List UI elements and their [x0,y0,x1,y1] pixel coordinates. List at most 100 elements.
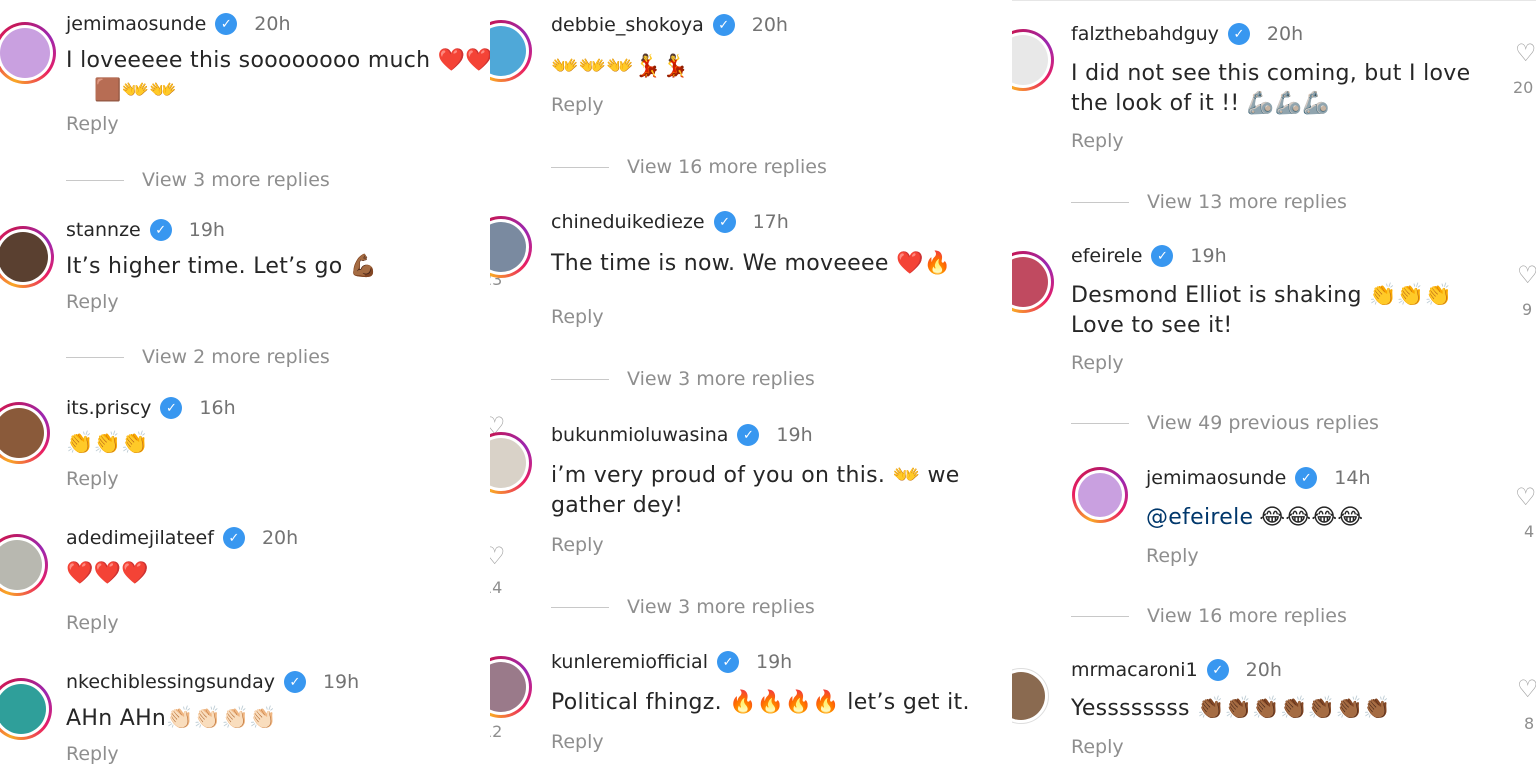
avatar[interactable] [490,216,532,278]
username[interactable]: mrmacaroni1 [1071,659,1198,681]
avatar[interactable] [0,402,50,464]
avatar[interactable] [490,20,532,82]
timestamp: 20h [1245,659,1282,681]
reply-button[interactable]: Reply [1071,130,1124,152]
username[interactable]: debbie_shokoya [551,14,704,36]
comment-header: bukunmioluwasina ✓ 19h [551,424,813,446]
timestamp: 19h [322,671,360,693]
view-more-replies-label: View 3 more replies [627,596,815,618]
username[interactable]: bukunmioluwasina [551,424,728,446]
verified-badge-icon: ✓ [713,211,736,233]
username[interactable]: jemimaosunde [1146,467,1286,489]
view-more-replies[interactable]: View 3 more replies [551,596,815,618]
username[interactable]: falzthebahdguy [1071,23,1219,45]
timestamp: 14h [1334,467,1371,489]
avatar[interactable] [1012,665,1052,727]
like-count: 20 [1513,78,1534,97]
reply-button[interactable]: Reply [66,612,119,634]
heart-outline-icon[interactable]: ♡ [1515,41,1536,65]
avatar[interactable] [1072,467,1128,523]
comment-text: ❤️❤️❤️ [66,561,150,586]
view-more-replies[interactable]: View 3 more replies [66,169,330,191]
reply-button[interactable]: Reply [66,113,119,135]
comment-text: The time is now. We moveeee ❤️🔥 [551,251,952,276]
heart-outline-icon[interactable]: ♡ [1517,677,1536,701]
avatar[interactable] [490,432,532,494]
comment-text-line2: gather dey! [551,493,684,518]
reply-button[interactable]: Reply [1071,736,1124,758]
comment-text-line2: Love to see it! [1071,313,1233,338]
comment-text: I loveeeee this soooooooo much ❤️❤️ [66,48,490,73]
username[interactable]: kunleremiofficial [551,651,708,673]
timestamp: 17h [752,211,789,233]
reply-button[interactable]: Reply [551,306,604,328]
heart-outline-icon[interactable]: ♡ [490,544,506,568]
reply-button[interactable]: Reply [1071,352,1124,374]
comment-text-line2: the look of it !! 🦾🦾🦾 [1071,91,1330,116]
verified-badge-icon: ✓ [222,527,245,549]
view-more-replies[interactable]: View 16 more replies [1071,605,1347,627]
view-more-replies-label: View 16 more replies [627,156,827,178]
view-more-replies-label: View 3 more replies [142,169,330,191]
comment-header: its.priscy ✓ 16h [66,397,236,419]
reply-button[interactable]: Reply [551,534,604,556]
divider [66,356,124,358]
avatar[interactable] [1012,251,1054,313]
username[interactable]: stannze [66,219,141,241]
username[interactable]: its.priscy [66,397,151,419]
comment-text: Desmond Elliot is shaking 👏👏👏 [1071,283,1453,308]
timestamp: 19h [755,651,793,673]
view-more-replies[interactable]: View 3 more replies [551,368,815,390]
mention-link[interactable]: @efeirele [1146,503,1253,533]
comment-text: @efeirele 😂😂😂😂 [1146,503,1363,533]
timestamp: 19h [188,219,225,241]
reply-button[interactable]: Reply [66,291,119,313]
timestamp: 16h [199,397,236,419]
reply-button[interactable]: Reply [66,468,119,490]
reply-button[interactable]: Reply [551,731,604,753]
view-previous-replies[interactable]: View 49 previous replies [1071,412,1379,434]
verified-badge-icon: ✓ [1227,23,1250,45]
timestamp: 20h [751,14,788,36]
comment-text: 👏👏👏 [66,431,150,456]
username[interactable]: jemimaosunde [66,13,206,35]
view-previous-replies-label: View 49 previous replies [1147,412,1379,434]
username[interactable]: chineduikedieze [551,211,705,233]
timestamp: 19h [776,424,813,446]
avatar[interactable] [490,656,532,718]
comment-header: debbie_shokoya ✓ 20h [551,14,788,36]
verified-badge-icon: ✓ [712,14,735,36]
comment-header: jemimaosunde ✓ 14h [1146,467,1370,489]
comment-header: nkechiblessingsunday ✓ 19h [66,671,359,693]
view-more-replies-label: View 3 more replies [627,368,815,390]
username[interactable]: efeirele [1071,245,1142,267]
avatar[interactable] [0,22,56,84]
avatar[interactable] [1012,29,1054,91]
heart-outline-icon[interactable]: ♡ [1517,263,1536,287]
reply-button[interactable]: Reply [66,743,119,765]
comment-text: 👐👐👐💃💃 [551,54,690,79]
username[interactable]: adedimejilateef [66,527,214,549]
comment-header: stannze ✓ 19h [66,219,225,241]
comment-text-line2: 🟫👐👐 [94,78,178,103]
view-more-replies-label: View 16 more replies [1147,605,1347,627]
verified-badge-icon: ✓ [1151,245,1174,267]
heart-outline-icon[interactable]: ♡ [1515,485,1536,509]
view-more-replies[interactable]: View 2 more replies [66,346,330,368]
reply-button[interactable]: Reply [551,94,604,116]
view-more-replies-label: View 13 more replies [1147,191,1347,213]
comments-panel-right: falzthebahdguy ✓ 20h I did not see this … [1012,0,1536,768]
view-more-replies[interactable]: View 16 more replies [551,156,827,178]
avatar[interactable] [0,534,48,596]
avatar[interactable] [0,226,54,288]
comment-header: efeirele ✓ 19h [1071,245,1227,267]
view-more-replies[interactable]: View 13 more replies [1071,191,1347,213]
username[interactable]: nkechiblessingsunday [66,671,275,693]
timestamp: 20h [261,527,299,549]
avatar[interactable] [0,678,52,740]
like-count: 9 [1522,300,1533,319]
divider [551,606,609,608]
verified-badge-icon: ✓ [1295,467,1318,489]
reply-button[interactable]: Reply [1146,545,1199,567]
divider [1071,422,1129,424]
